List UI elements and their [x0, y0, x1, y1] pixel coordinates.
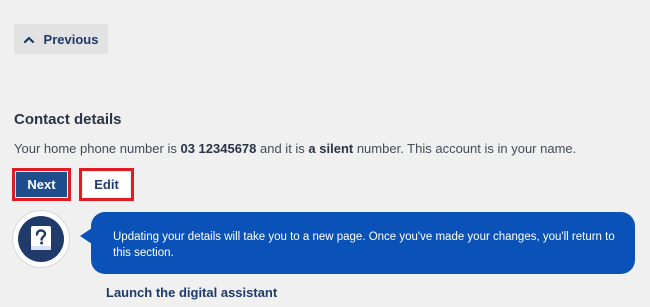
summary-text-3: number. This account is in your name.	[353, 141, 577, 156]
next-highlight: Next	[12, 168, 71, 201]
launch-assistant-link[interactable]: Launch the digital assistant	[106, 285, 277, 300]
assistant-message: Updating your details will take you to a…	[91, 212, 635, 274]
next-button[interactable]: Next	[16, 172, 67, 197]
section-title: Contact details	[14, 111, 122, 128]
summary-text-2: and it is	[256, 141, 309, 156]
help-book-icon	[13, 211, 69, 267]
edit-button[interactable]: Edit	[83, 172, 130, 197]
action-buttons: Next Edit	[12, 168, 134, 201]
summary-text-1: Your home phone number is	[14, 141, 181, 156]
edit-highlight: Edit	[79, 168, 134, 201]
chevron-up-icon	[23, 36, 34, 43]
previous-label: Previous	[43, 31, 99, 47]
contact-summary: Your home phone number is 03 12345678 an…	[14, 141, 576, 156]
contact-details-page: Previous Contact details Your home phone…	[0, 0, 650, 307]
silent-label: a silent	[308, 141, 354, 156]
phone-number: 03 12345678	[180, 141, 257, 156]
previous-button[interactable]: Previous	[14, 24, 108, 54]
